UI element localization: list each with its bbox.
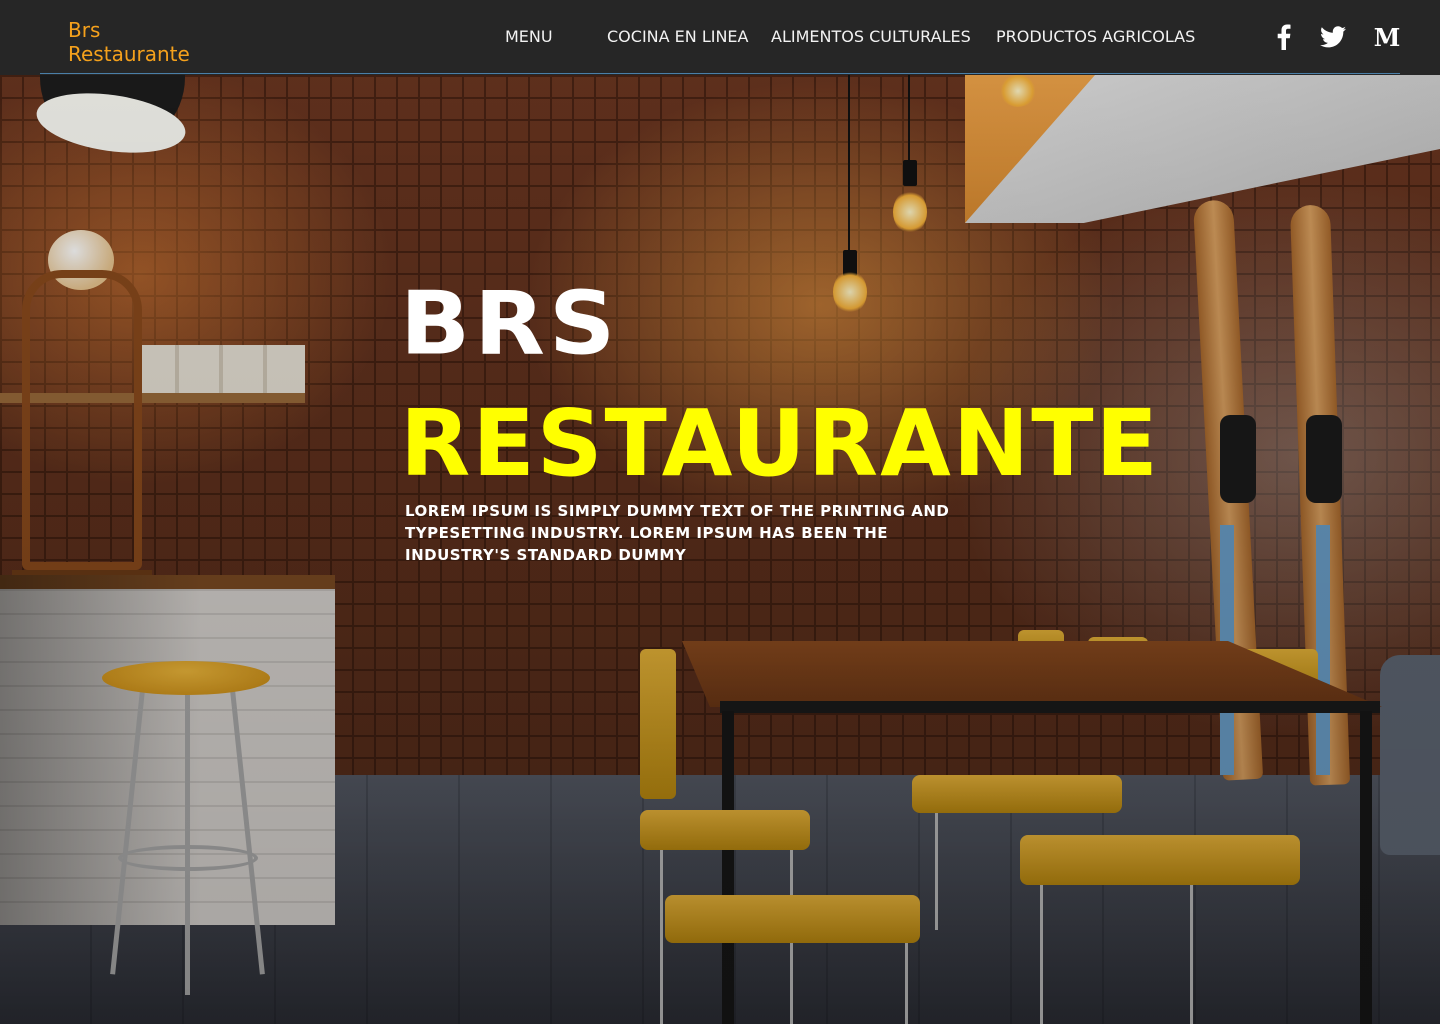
brand-logo-link[interactable]: Brs Restaurante	[68, 18, 228, 66]
hero-title-restaurante: RESTAURANTE	[400, 390, 1160, 497]
nav-link-menu[interactable]: MENU	[505, 26, 553, 48]
hero-title-brs: BRS	[400, 272, 620, 375]
facebook-icon[interactable]	[1272, 22, 1296, 52]
nav-link-alimentos-culturales[interactable]: ALIMENTOS CULTURALES	[771, 26, 971, 48]
brand-name-line1: Brs	[68, 18, 101, 42]
nav-link-cocina-en-linea[interactable]: COCINA EN LINEA	[607, 26, 748, 48]
nav-link-productos-agricolas[interactable]: PRODUCTOS AGRICOLAS	[996, 26, 1195, 48]
page: BRS RESTAURANTE Lorem Ipsum is simply du…	[0, 0, 1440, 1024]
brand-name-line2: Restaurante	[68, 42, 190, 66]
navbar-divider	[40, 73, 1400, 74]
hero-description: Lorem Ipsum is simply dummy text of the …	[405, 502, 950, 564]
top-navbar: Brs Restaurante MENU COCINA EN LINEA ALI…	[0, 0, 1440, 75]
twitter-icon[interactable]	[1318, 22, 1348, 52]
medium-icon[interactable]: M	[1372, 22, 1402, 52]
